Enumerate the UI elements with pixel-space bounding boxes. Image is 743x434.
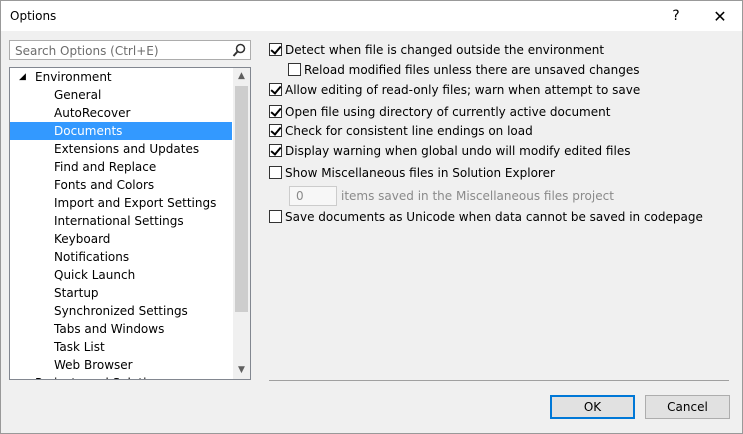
cancel-button[interactable]: Cancel [645, 395, 730, 419]
tree-item-label: Fonts and Colors [54, 178, 155, 192]
checkbox[interactable] [269, 105, 282, 118]
option-label: Display warning when global undo will mo… [285, 144, 631, 158]
option-label: Reload modified files unless there are u… [304, 63, 640, 77]
tree-item-label: Documents [54, 124, 123, 138]
tree-item-label: Environment [35, 70, 112, 84]
misc-items-label: items saved in the Miscellaneous files p… [341, 189, 614, 203]
checkbox[interactable] [288, 63, 301, 76]
option-label: Check for consistent line endings on loa… [285, 124, 533, 138]
tree-item[interactable]: Web Browser [10, 356, 234, 374]
tree-item-label: International Settings [54, 214, 184, 228]
checkbox[interactable] [269, 144, 282, 157]
tree-item[interactable]: Task List [10, 338, 234, 356]
option-label: Open file using directory of currently a… [285, 105, 611, 119]
tree-item[interactable]: General [10, 86, 234, 104]
tree-item[interactable]: Find and Replace [10, 158, 234, 176]
misc-items-count-input[interactable]: 0 [289, 186, 337, 206]
tree-item[interactable]: Documents [10, 122, 232, 140]
tree-item-label: Notifications [54, 250, 130, 264]
tree-item-projects-and-solutions[interactable]: Projects and Solutions [10, 374, 234, 379]
option-label: Detect when file is changed outside the … [285, 43, 605, 57]
tree-item-label: Tabs and Windows [54, 322, 165, 336]
tree-item-label: Startup [54, 286, 99, 300]
checkbox[interactable] [269, 166, 282, 179]
tree-item[interactable]: International Settings [10, 212, 234, 230]
tree-item-label: Task List [54, 340, 105, 354]
checkbox[interactable] [269, 43, 282, 56]
window-title: Options [10, 9, 57, 23]
tree-item[interactable]: Fonts and Colors [10, 176, 234, 194]
options-tree[interactable]: ◢ Environment General AutoRecover Document… [9, 67, 251, 380]
expander-icon[interactable]: ◢ [19, 68, 26, 86]
tree-item-environment[interactable]: ◢ Environment [10, 68, 234, 86]
tree-item-label: AutoRecover [54, 106, 131, 120]
tree-item[interactable]: Synchronized Settings [10, 302, 234, 320]
search-icon[interactable] [232, 43, 247, 58]
tree-item-label: General [54, 88, 102, 102]
help-button[interactable]: ? [655, 1, 697, 31]
scroll-down-icon[interactable]: ▼ [233, 362, 250, 379]
tree-item-label: Web Browser [54, 358, 133, 372]
checkbox[interactable] [269, 83, 282, 96]
search-placeholder: Search Options (Ctrl+E) [15, 44, 159, 58]
tree-scrollbar[interactable]: ▲ ▼ [233, 68, 250, 379]
tree-item-label: Find and Replace [54, 160, 157, 174]
tree-list: ◢ Environment General AutoRecover Document… [10, 68, 234, 379]
tree-item[interactable]: Keyboard [10, 230, 234, 248]
tree-item[interactable]: Tabs and Windows [10, 320, 234, 338]
misc-items-value: 0 [296, 189, 304, 203]
option-label: Show Miscellaneous files in Solution Exp… [285, 166, 555, 180]
option-label: Save documents as Unicode when data cann… [285, 210, 703, 224]
scroll-up-icon[interactable]: ▲ [233, 68, 250, 85]
option-label: Allow editing of read-only files; warn w… [285, 83, 641, 97]
checkbox[interactable] [269, 124, 282, 137]
tree-item[interactable]: Notifications [10, 248, 234, 266]
tree-item[interactable]: Import and Export Settings [10, 194, 234, 212]
tree-item-label: Import and Export Settings [54, 196, 217, 210]
checkbox[interactable] [269, 210, 282, 223]
search-options-input[interactable]: Search Options (Ctrl+E) [9, 40, 251, 60]
tree-item[interactable]: Quick Launch [10, 266, 234, 284]
options-dialog: Options ? ✕ Search Options (Ctrl+E) ◢ En… [0, 0, 743, 434]
divider [269, 380, 729, 381]
scroll-thumb[interactable] [235, 86, 248, 312]
tree-item[interactable]: AutoRecover [10, 104, 234, 122]
ok-button[interactable]: OK [550, 395, 635, 419]
tree-item-label: Extensions and Updates [54, 142, 200, 156]
tree-item[interactable]: Startup [10, 284, 234, 302]
tree-item[interactable]: Extensions and Updates [10, 140, 234, 158]
tree-item-label: Keyboard [54, 232, 111, 246]
tree-item-label: Synchronized Settings [54, 304, 188, 318]
tree-item-label: Quick Launch [54, 268, 136, 282]
title-bar: Options ? ✕ [1, 1, 742, 31]
tree-item-label: Projects and Solutions [35, 374, 168, 379]
close-button[interactable]: ✕ [699, 1, 741, 31]
